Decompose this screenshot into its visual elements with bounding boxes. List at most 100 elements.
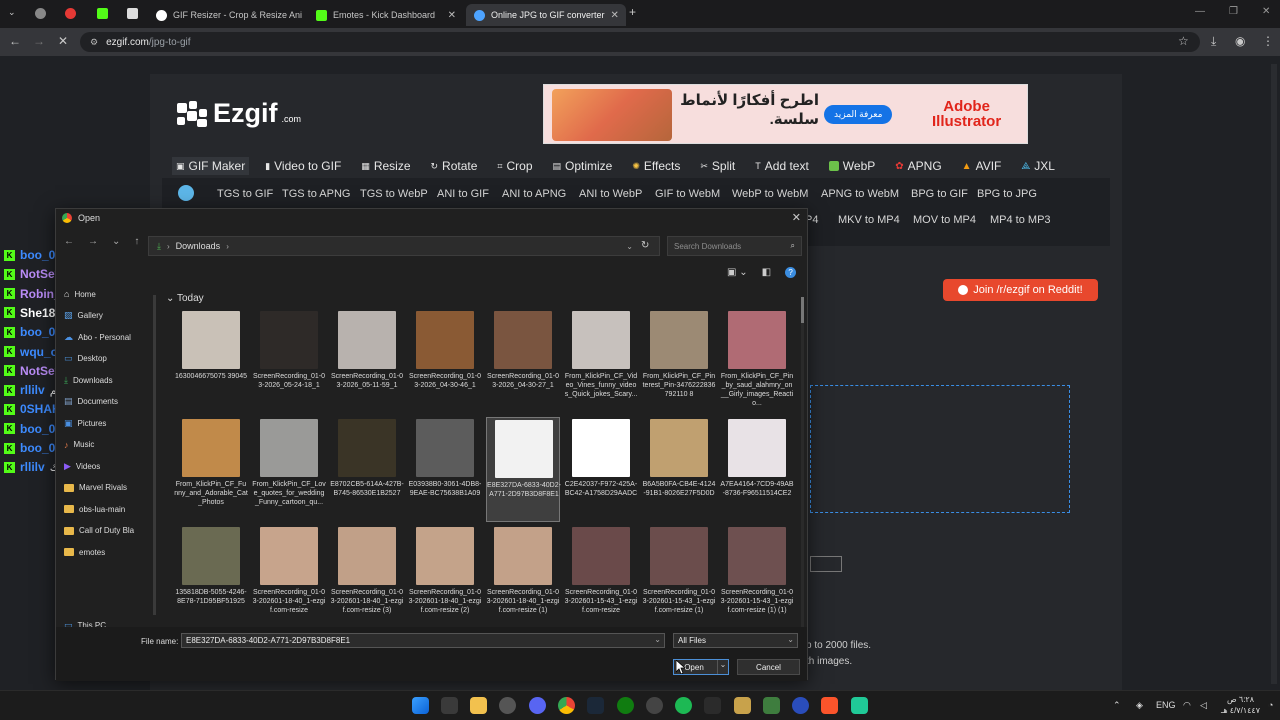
profile-icon[interactable]: ◉ (1235, 34, 1245, 48)
nav-item-obs-lua-main[interactable]: obs-lua-main (64, 500, 125, 518)
brave-icon[interactable] (821, 697, 838, 714)
nav-item-music[interactable]: ♪ Music (64, 436, 94, 454)
file-item[interactable]: ScreenRecording_01-03-202601-18-40_1-ezg… (252, 525, 326, 627)
submenu-ani-to-gif[interactable]: ANI to GIF (437, 188, 489, 200)
menu-apng[interactable]: ✿ APNG (891, 157, 945, 175)
file-item[interactable]: ScreenRecording_01-03-202601-18-40_1-ezg… (330, 525, 404, 627)
address-bar[interactable]: ⚙ ezgif.com/jpg-to-gif (80, 32, 1200, 52)
submenu-ani-to-webp[interactable]: ANI to WebP (579, 188, 642, 200)
file-item[interactable]: From_KlickPin_CF_Pin_by_saud_alahmry_on_… (720, 309, 794, 414)
chat-username[interactable]: rllilv (20, 383, 45, 397)
site-info-icon[interactable]: ⚙ (90, 37, 98, 48)
tab-kick-dashboard[interactable]: Emotes - Kick Dashboard ✕ (308, 4, 464, 26)
file-item[interactable]: From_KlickPin_CF_Love_quotes_for_wedding… (252, 417, 326, 522)
wifi-icon[interactable]: ◠ (1183, 700, 1191, 711)
nav-item-documents[interactable]: ▤ Documents (64, 393, 118, 411)
dialog-path-bar[interactable]: ⤓ › Downloads › ⌄ (148, 236, 660, 256)
menu-split[interactable]: ✂ Split (696, 157, 739, 175)
file-item[interactable]: ScreenRecording_01-03-202601-18-40_1-ezg… (408, 525, 482, 627)
menu-effects[interactable]: ✺ Effects (628, 157, 684, 175)
preview-pane-icon[interactable]: ◧ (762, 267, 771, 278)
file-item[interactable]: E03938B0-3061-4DB8-9EAE-BC75638B1A09 (408, 417, 482, 522)
tab-search-icon[interactable]: ⌄ (8, 7, 16, 18)
nav-item-home[interactable]: ⌂ Home (64, 285, 96, 303)
file-item[interactable]: ScreenRecording_01-03-202601-15-43_1-ezg… (564, 525, 638, 627)
forward-icon[interactable]: → (33, 34, 45, 48)
file-grid-scrollbar[interactable] (801, 297, 804, 627)
menu-avif[interactable]: ▲ AVIF (958, 157, 1006, 175)
file-item[interactable]: A7EA4164-7CD9-49AB-8736-F96511514CE2 (720, 417, 794, 522)
join-reddit-button[interactable]: Join /r/ezgif on Reddit! (943, 279, 1098, 301)
restore-icon[interactable]: ❐ (1229, 6, 1238, 17)
pinned-tab-icon[interactable] (127, 8, 138, 19)
back-icon[interactable]: ← (9, 34, 21, 48)
dialog-search-input[interactable]: Search Downloads ⌕ (667, 236, 802, 256)
view-mode-icon[interactable]: ▣ ⌄ (727, 267, 748, 278)
submenu-gif-to-webm[interactable]: GIF to WebM (655, 188, 720, 200)
tray-icon[interactable]: ◈ (1136, 700, 1143, 711)
file-item[interactable]: ScreenRecording_01-03-2026_04-30-46_1 (408, 309, 482, 414)
new-tab-button[interactable]: + (629, 5, 636, 19)
obs-icon[interactable] (499, 697, 516, 714)
chevron-down-icon[interactable]: ⌄ (626, 242, 633, 251)
submenu-tgs-to-apng[interactable]: TGS to APNG (282, 188, 350, 200)
discord-icon[interactable] (529, 697, 546, 714)
menu-add-text[interactable]: T Add text (751, 157, 813, 175)
nav-item-gallery[interactable]: ▨ Gallery (64, 307, 103, 325)
file-item[interactable]: B6A5B0FA-CB4E-4124-91B1-8026E27F5D0D (642, 417, 716, 522)
chrome-icon[interactable] (558, 697, 575, 714)
upload-dropzone[interactable] (810, 385, 1070, 513)
menu-video-to-gif[interactable]: ▮ Video to GIF (261, 157, 345, 175)
submenu-apng-to-webm[interactable]: APNG to WebM (821, 188, 899, 200)
nav-item-desktop[interactable]: ▭ Desktop (64, 350, 107, 368)
file-item[interactable]: ScreenRecording_01-03-202601-15-43_1-ezg… (642, 525, 716, 627)
clock[interactable]: ٦:٢٨ ص ٤/٧/١٤٤٧ هـ (1218, 694, 1263, 716)
file-item[interactable]: E8702CB5-614A-427B-B745-86530E1B2527 (330, 417, 404, 522)
cancel-button[interactable]: Cancel (737, 659, 800, 675)
file-type-select[interactable]: All Files ⌄ (673, 633, 798, 648)
nav-item-call-of-duty-bla[interactable]: Call of Duty Bla (64, 522, 134, 540)
open-options-chevron-icon[interactable]: ⌄ (717, 660, 728, 674)
chevron-down-icon[interactable]: ⌄ (654, 635, 661, 644)
submenu-mp4-to-mp3[interactable]: MP4 to MP3 (990, 214, 1051, 226)
close-icon[interactable]: ✕ (611, 10, 619, 21)
file-item[interactable]: 1630046675075 39045 (174, 309, 248, 414)
chat-username[interactable]: rllilv (20, 460, 45, 474)
submenu-tgs-to-webp[interactable]: TGS to WebP (360, 188, 428, 200)
bookmark-star-icon[interactable]: ☆ (1178, 34, 1189, 48)
input-language[interactable]: ENG (1156, 700, 1176, 710)
menu-crop[interactable]: ⌗ Crop (493, 157, 536, 175)
submenu-tgs-to-gif[interactable]: TGS to GIF (217, 188, 273, 200)
window-close-icon[interactable]: ✕ (1262, 6, 1270, 17)
nav-item-marvel-rivals[interactable]: Marvel Rivals (64, 479, 127, 497)
file-explorer-icon[interactable] (470, 697, 487, 714)
page-scrollbar[interactable] (1271, 64, 1277, 684)
spotify-icon[interactable] (675, 697, 692, 714)
file-item[interactable]: 135818DB-5055-4246-8E78-71D95BF51925 (174, 525, 248, 627)
pinned-tab-icon[interactable] (35, 8, 46, 19)
xbox-icon[interactable] (617, 697, 634, 714)
excel-icon[interactable] (763, 697, 780, 714)
app-icon[interactable] (851, 697, 868, 714)
app-icon[interactable] (646, 697, 663, 714)
file-item[interactable]: From_KlickPin_CF_Funny_and_Adorable_Cat_… (174, 417, 248, 522)
submenu-webp-to-webm[interactable]: WebP to WebM (732, 188, 808, 200)
nav-item-emotes[interactable]: emotes (64, 543, 105, 561)
menu-gif-maker[interactable]: ▣ GIF Maker (172, 157, 250, 175)
app-c-icon[interactable] (704, 697, 721, 714)
file-name-input[interactable]: E8E327DA-6833-40D2-A771-2D97B3D8F8E1 ⌄ (181, 633, 665, 648)
nav-item-abo-personal[interactable]: ☁ Abo - Personal (64, 328, 131, 346)
file-item[interactable]: C2E42037-F972-425A-BC42-A1758D29AADC (564, 417, 638, 522)
recent-chevron-icon[interactable]: ⌄ (112, 236, 120, 247)
menu-resize[interactable]: ▦ Resize (357, 157, 414, 175)
file-item[interactable]: E8E327DA-6833-40D2-A771-2D97B3D8F8E1 (486, 417, 561, 522)
up-icon[interactable]: ↑ (134, 236, 139, 247)
file-input[interactable] (810, 556, 842, 572)
nav-item-pictures[interactable]: ▣ Pictures (64, 414, 106, 432)
volume-icon[interactable]: ◁ (1200, 700, 1207, 711)
close-icon[interactable]: ✕ (792, 211, 801, 224)
menu-jxl[interactable]: ⟁ JXL (1017, 157, 1059, 175)
back-icon[interactable]: ← (64, 236, 74, 247)
help-icon[interactable]: ? (785, 267, 797, 278)
minimize-icon[interactable]: — (1195, 6, 1205, 17)
